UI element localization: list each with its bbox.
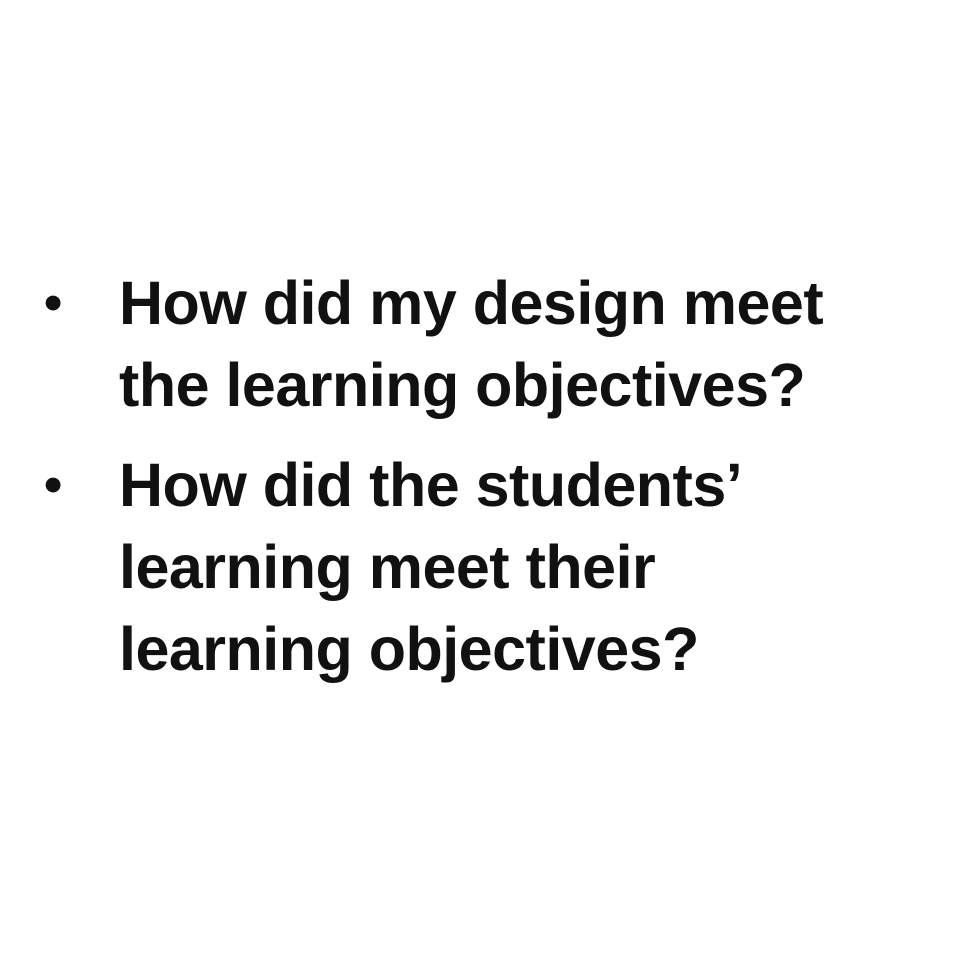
bullet-item-student-objectives: • How did the students’ learning meet th…	[44, 444, 924, 690]
bullet-list: • How did my design meet the learning ob…	[44, 262, 924, 708]
bullet-marker: •	[44, 274, 63, 332]
bullet-marker: •	[44, 456, 63, 514]
bullet-text: How did my design meet the learning obje…	[119, 269, 824, 419]
bullet-text: How did the students’ learning meet thei…	[119, 451, 743, 683]
slide: • How did my design meet the learning ob…	[0, 0, 960, 960]
bullet-item-design-objectives: • How did my design meet the learning ob…	[44, 262, 924, 426]
